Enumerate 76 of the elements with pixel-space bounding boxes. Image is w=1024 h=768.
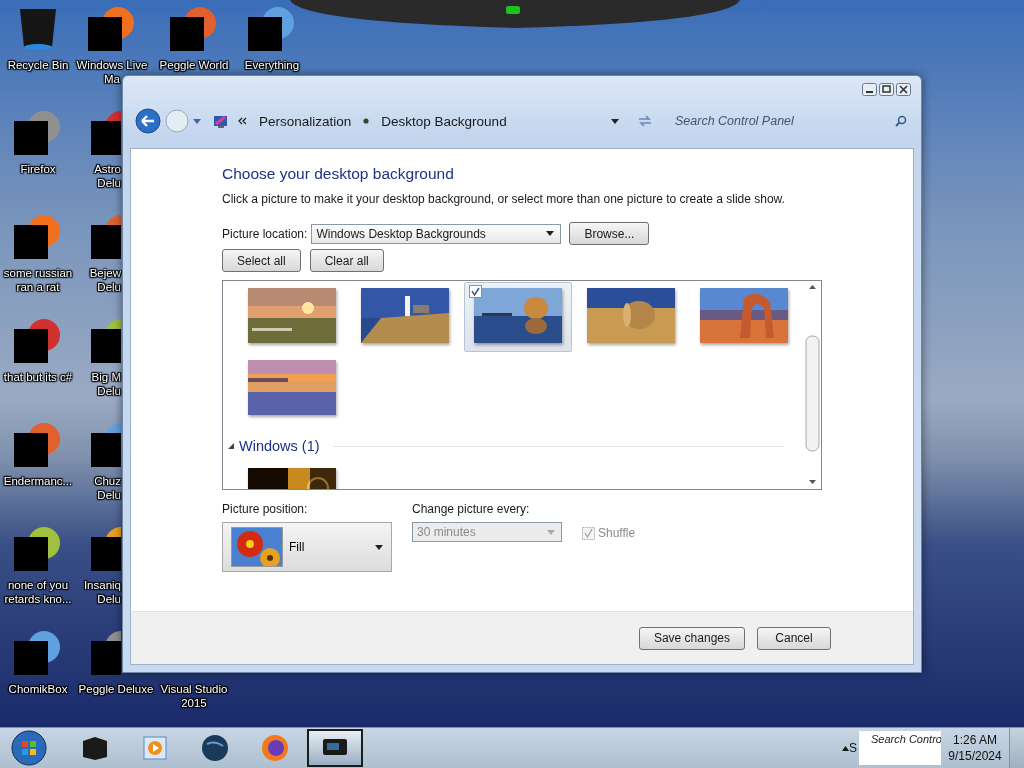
breadcrumb-item[interactable]: Desktop Background [373,113,515,129]
interval-label: Change picture every: [412,502,531,516]
caret-icon [611,118,619,124]
page-description: Click a picture to make it your desktop background, or select more than one picture to create a slide show. [222,192,786,206]
minimize-icon[interactable] [862,82,877,96]
icon-label: Recycle Bin [7,58,69,72]
app-icon[interactable] [14,317,62,365]
caret-icon [546,231,555,236]
app-icon[interactable] [91,317,121,365]
globe-icon[interactable] [201,734,229,762]
location-label: Picture location: [222,226,308,241]
icon-label: Peggle Deluxe [78,682,154,696]
app-icon[interactable] [14,525,62,573]
save-button[interactable]: Save changes [638,626,745,650]
icon-label: Endermanc... [3,474,73,488]
box-icon[interactable] [80,735,110,761]
separator-icon[interactable] [363,118,370,124]
icon-label: none of you retards kno... [4,578,72,606]
checkbox[interactable] [469,285,482,298]
app-icon[interactable] [91,213,121,261]
collapse-icon[interactable] [228,443,234,449]
app-icon[interactable] [14,109,62,157]
icon-label: Firefox [20,162,56,176]
control-panel-icon [213,113,229,129]
start-icon[interactable] [11,730,47,766]
close-icon[interactable] [896,82,911,96]
app-icon[interactable] [91,109,121,157]
app-icon[interactable] [91,525,121,573]
fox-icon[interactable] [261,734,289,762]
chevrons-icon[interactable] [237,116,247,126]
select-all-button[interactable]: Select all [222,249,301,272]
icon-label: Big M Delu [91,370,121,398]
back-icon[interactable] [135,108,161,134]
icon-label: Insaniq Delu [83,578,121,606]
location-dropdown[interactable]: Windows Desktop Backgrounds [311,223,562,244]
icon-label: Windows Live Ma [76,58,148,86]
position-label: Picture position: [222,502,309,516]
cancel-button[interactable]: Cancel [757,626,831,650]
icon-label: Visual Studio 2015 [160,682,228,710]
thumbnail-tile[interactable] [464,282,572,352]
icon-label: Astro Delu [94,162,121,190]
app-icon[interactable] [248,5,296,53]
tray-text: S [849,741,857,755]
refresh-icon[interactable] [637,114,653,128]
caret-icon [375,544,383,550]
app-icon[interactable] [170,5,218,53]
clock[interactable]: 1:26 AM 9/15/2024 [941,732,1009,764]
app-icon[interactable] [14,213,62,261]
taskbar-button[interactable] [307,729,363,767]
monitor-icon[interactable] [322,738,348,758]
icon-label: some russian ran a rat [3,266,73,294]
icon-label: Everything [244,58,300,72]
icon-label: that but its c# [3,370,73,384]
app-icon[interactable] [91,421,121,469]
icon-label: Chuz Delu [94,474,121,502]
app-icon[interactable] [91,629,121,677]
breadcrumb-item[interactable]: Personalization [251,113,360,129]
icon-label: Bejew Delu [89,266,121,294]
icon-label: ChomikBox [8,682,68,696]
shuffle-label: Shuffle [598,526,636,540]
caret-icon [193,118,201,124]
app-icon[interactable] [88,5,136,53]
app-icon[interactable] [14,629,62,677]
caret-icon [547,529,555,535]
icon-label: Peggle World [159,58,229,72]
search-icon[interactable] [895,115,907,127]
page-heading: Choose your desktop background [222,165,455,183]
group-title[interactable]: Windows (1) [239,438,320,454]
up-arrow-icon[interactable] [842,745,849,751]
search-field[interactable]: Search Control Panel [665,109,913,133]
position-dropdown[interactable]: Fill [222,522,392,572]
clear-all-button[interactable]: Clear all [309,249,384,272]
maximize-icon[interactable] [879,82,894,96]
app-icon[interactable] [14,421,62,469]
popup-text: Search Contro [871,733,941,745]
browse-button[interactable]: Browse... [569,222,650,245]
